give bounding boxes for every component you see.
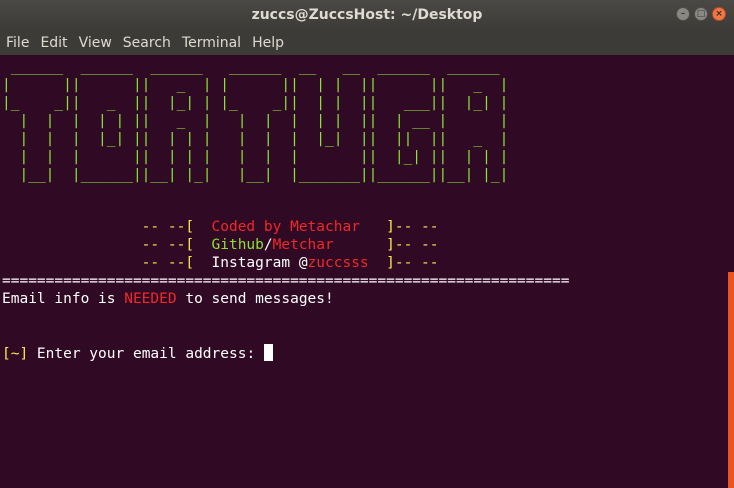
close-icon[interactable]: ×: [712, 7, 726, 21]
prompt-marker: [~]: [2, 346, 29, 362]
prompt-text: Enter your email address:: [28, 346, 264, 362]
credit-suffix: ]-- --: [386, 237, 439, 253]
text-cursor: [263, 344, 273, 361]
credit-separator: /: [263, 237, 273, 253]
credit-site: Github: [211, 237, 264, 253]
title-bar: zuccs@ZuccsHost: ~/Desktop – □ ×: [0, 0, 734, 30]
info-highlight: NEEDED: [124, 291, 177, 307]
credit-prefix: -- --[: [2, 237, 212, 253]
minimize-icon[interactable]: –: [676, 7, 690, 21]
credit-line-coded: -- --[ Coded by Metachar ]-- --: [2, 218, 439, 236]
credit-suffix: ]-- --: [386, 255, 439, 271]
credit-pad: [369, 255, 386, 271]
credit-prefix: -- --[: [2, 219, 212, 235]
ascii-logo: ______ ______ ______ ______ __ __ ______…: [2, 59, 509, 183]
credit-text: Coded by: [211, 219, 291, 235]
menu-edit[interactable]: Edit: [34, 35, 72, 51]
credit-line-github: -- --[ Github/Metchar ]-- --: [2, 236, 439, 254]
menu-file[interactable]: File: [0, 35, 34, 51]
divider-line: ========================================…: [2, 273, 570, 289]
credit-handle: Metchar: [272, 237, 334, 253]
credit-site: Instagram @: [211, 255, 308, 271]
prompt-line[interactable]: [~] Enter your email address:: [2, 344, 273, 362]
credit-author: Metachar: [290, 219, 360, 235]
menu-help[interactable]: Help: [246, 35, 289, 51]
credit-pad: [360, 219, 386, 235]
info-line: Email info is NEEDED to send messages!: [2, 290, 334, 308]
credit-handle: zuccsss: [307, 255, 369, 271]
credit-prefix: -- --[: [2, 255, 212, 271]
scrollbar[interactable]: [728, 55, 734, 488]
menu-search[interactable]: Search: [117, 35, 176, 51]
info-text: Email info is: [2, 291, 125, 307]
menu-bar: File Edit View Search Terminal Help: [0, 30, 734, 55]
scrollbar-thumb[interactable]: [728, 272, 734, 488]
credit-suffix: ]-- --: [386, 219, 439, 235]
maximize-icon[interactable]: □: [694, 7, 708, 21]
terminal-output[interactable]: ______ ______ ______ ______ __ __ ______…: [0, 55, 728, 488]
menu-view[interactable]: View: [73, 35, 117, 51]
credit-line-instagram: -- --[ Instagram @zuccsss ]-- --: [2, 254, 439, 272]
credit-pad: [334, 237, 386, 253]
info-text-end: to send messages!: [176, 291, 334, 307]
menu-terminal[interactable]: Terminal: [176, 35, 246, 51]
window-title: zuccs@ZuccsHost: ~/Desktop: [251, 7, 483, 23]
window-controls: – □ ×: [676, 7, 726, 21]
